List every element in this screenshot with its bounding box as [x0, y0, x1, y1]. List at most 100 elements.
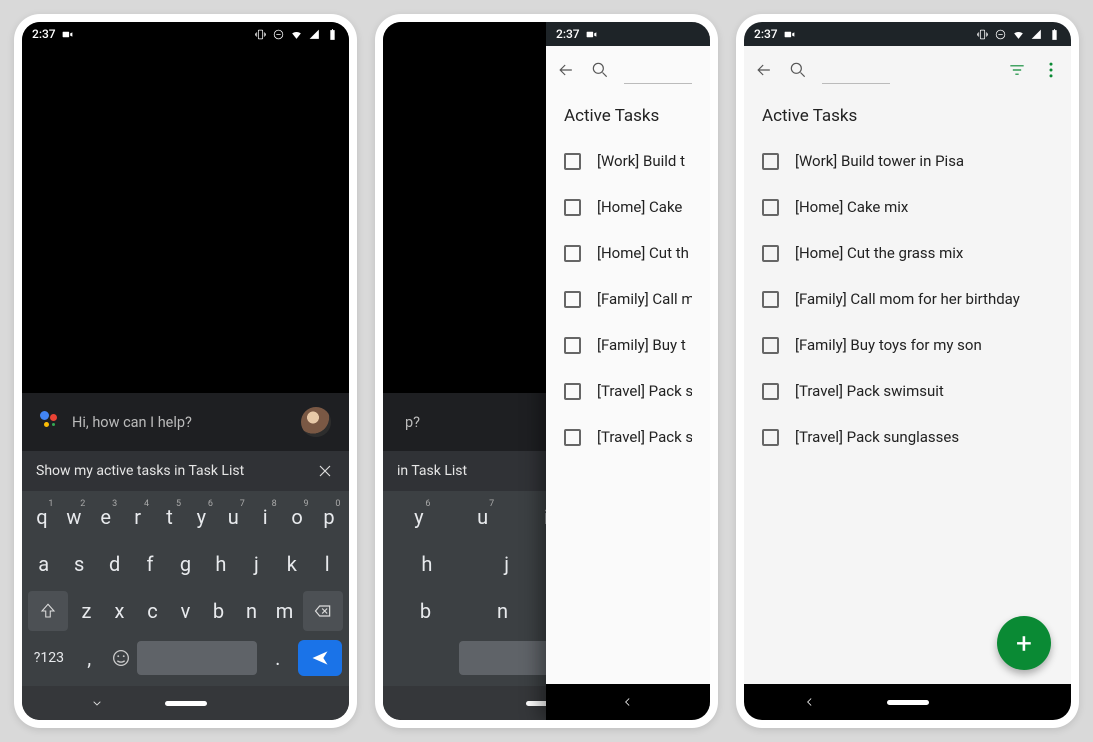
video-icon: [585, 28, 598, 41]
task-text: [Family] Call mom for her birthday: [795, 290, 1020, 308]
key-r[interactable]: r4: [123, 497, 152, 537]
task-checkbox[interactable]: [564, 337, 581, 354]
key-u[interactable]: u7: [468, 497, 497, 537]
search-icon[interactable]: [788, 60, 808, 80]
key-n[interactable]: n: [237, 591, 266, 631]
section-title: Active Tasks: [546, 94, 710, 138]
task-item[interactable]: [Family] Call mom for her birthday: [744, 276, 1071, 322]
tasks-panel-overlay: 2:37 Active Tasks [Work] Build t[Home] C…: [546, 22, 710, 720]
task-checkbox[interactable]: [762, 383, 779, 400]
key-x[interactable]: x: [105, 591, 134, 631]
key-backspace[interactable]: [303, 591, 343, 631]
task-item[interactable]: [Home] Cut th: [546, 230, 710, 276]
key-u[interactable]: u7: [219, 497, 248, 537]
key-j[interactable]: j: [492, 544, 521, 584]
keyboard[interactable]: q1w2e3r4t5y6u7i8o9p0 asdfghjkl zxcvbnm ?…: [22, 491, 349, 686]
keyboard-row-2: asdfghjkl: [26, 544, 345, 584]
task-item[interactable]: [Travel] Pack s: [546, 414, 710, 460]
key-b[interactable]: b: [204, 591, 233, 631]
key-c[interactable]: c: [138, 591, 167, 631]
nav-back-icon[interactable]: [803, 695, 817, 709]
emoji-icon[interactable]: [110, 647, 132, 669]
task-item[interactable]: [Family] Buy toys for my son: [744, 322, 1071, 368]
search-input[interactable]: [624, 83, 692, 84]
task-checkbox[interactable]: [762, 199, 779, 216]
search-input[interactable]: [822, 83, 890, 84]
task-item[interactable]: [Travel] Pack sunglasses: [744, 414, 1071, 460]
key-s[interactable]: s: [65, 544, 94, 584]
task-item[interactable]: [Work] Build t: [546, 138, 710, 184]
task-item[interactable]: [Home] Cake mix: [744, 184, 1071, 230]
key-period[interactable]: .: [263, 638, 292, 678]
signal-icon: [308, 28, 321, 41]
task-text: [Home] Cut the grass mix: [795, 244, 963, 262]
key-y[interactable]: y6: [404, 497, 433, 537]
nav-back-icon[interactable]: [621, 695, 635, 709]
close-icon[interactable]: [315, 461, 335, 481]
back-arrow-icon[interactable]: [556, 60, 576, 80]
key-space[interactable]: [137, 641, 257, 675]
nav-down-icon[interactable]: [89, 695, 105, 711]
task-checkbox[interactable]: [762, 153, 779, 170]
task-item[interactable]: [Travel] Pack s: [546, 368, 710, 414]
key-symbols[interactable]: ?123: [29, 650, 69, 666]
key-comma[interactable]: ,: [75, 638, 104, 678]
key-j[interactable]: j: [242, 544, 271, 584]
task-item[interactable]: [Home] Cake: [546, 184, 710, 230]
key-shift[interactable]: [28, 591, 68, 631]
key-p[interactable]: p0: [314, 497, 343, 537]
status-bar: 2:37: [546, 22, 710, 46]
key-f[interactable]: f: [136, 544, 165, 584]
task-item[interactable]: [Family] Call m: [546, 276, 710, 322]
suggestion-row[interactable]: Show my active tasks in Task List: [22, 451, 349, 491]
key-k[interactable]: k: [277, 544, 306, 584]
task-item[interactable]: [Family] Buy t: [546, 322, 710, 368]
key-i[interactable]: i8: [251, 497, 280, 537]
task-checkbox[interactable]: [564, 153, 581, 170]
key-d[interactable]: d: [100, 544, 129, 584]
key-n[interactable]: n: [488, 591, 517, 631]
task-item[interactable]: [Travel] Pack swimsuit: [744, 368, 1071, 414]
battery-icon: [1048, 28, 1061, 41]
fab-add-task[interactable]: +: [997, 616, 1051, 670]
more-icon[interactable]: [1041, 60, 1061, 80]
task-checkbox[interactable]: [564, 429, 581, 446]
back-arrow-icon[interactable]: [754, 60, 774, 80]
key-m[interactable]: m: [270, 591, 299, 631]
phone-frame-3: 2:37 Active Tasks [Work] Build tower in …: [736, 14, 1079, 728]
task-item[interactable]: [Home] Cut the grass mix: [744, 230, 1071, 276]
key-h[interactable]: h: [412, 544, 441, 584]
assistant-prompt-row: Hi, how can I help?: [22, 393, 349, 451]
task-checkbox[interactable]: [762, 245, 779, 262]
task-checkbox[interactable]: [762, 291, 779, 308]
nav-home-pill[interactable]: [165, 701, 207, 706]
key-o[interactable]: o9: [283, 497, 312, 537]
key-w[interactable]: w2: [59, 497, 88, 537]
key-v[interactable]: v: [171, 591, 200, 631]
task-checkbox[interactable]: [564, 383, 581, 400]
key-t[interactable]: t5: [155, 497, 184, 537]
task-checkbox[interactable]: [762, 337, 779, 354]
search-icon[interactable]: [590, 60, 610, 80]
assistant-canvas: [22, 46, 349, 393]
task-checkbox[interactable]: [564, 291, 581, 308]
task-checkbox[interactable]: [564, 245, 581, 262]
key-g[interactable]: g: [171, 544, 200, 584]
screen-3: 2:37 Active Tasks [Work] Build tower in …: [744, 22, 1071, 720]
filter-icon[interactable]: [1007, 60, 1027, 80]
key-send[interactable]: [298, 640, 342, 676]
task-checkbox[interactable]: [762, 429, 779, 446]
key-b[interactable]: b: [411, 591, 440, 631]
task-item[interactable]: [Work] Build tower in Pisa: [744, 138, 1071, 184]
key-e[interactable]: e3: [91, 497, 120, 537]
key-q[interactable]: q1: [27, 497, 56, 537]
nav-home-pill[interactable]: [887, 700, 929, 705]
key-y[interactable]: y6: [187, 497, 216, 537]
key-l[interactable]: l: [313, 544, 342, 584]
key-z[interactable]: z: [72, 591, 101, 631]
vibrate-icon: [976, 28, 989, 41]
key-a[interactable]: a: [29, 544, 58, 584]
key-h[interactable]: h: [206, 544, 235, 584]
user-avatar[interactable]: [301, 407, 331, 437]
task-checkbox[interactable]: [564, 199, 581, 216]
